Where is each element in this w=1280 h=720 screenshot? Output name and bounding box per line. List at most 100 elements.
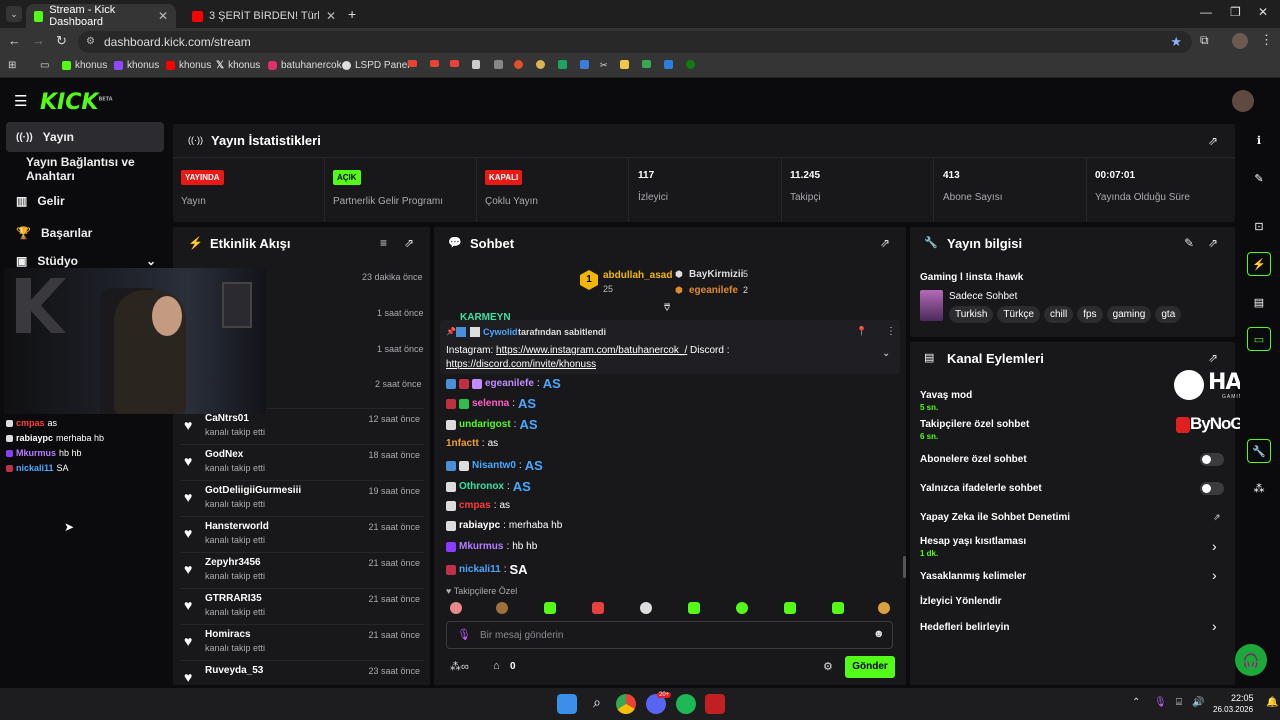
- follower-name[interactable]: Hansterworld: [205, 521, 269, 532]
- minimize-icon[interactable]: —: [1200, 5, 1212, 19]
- ai-moderation-label[interactable]: Yapay Zeka ile Sohbet Denetimi: [920, 512, 1070, 523]
- leader-name[interactable]: BayKirmizii: [689, 269, 743, 280]
- tray-mic-icon[interactable]: 🎙: [1154, 697, 1167, 708]
- chat-user[interactable]: 1nfactt: [446, 438, 479, 449]
- close-tab-icon[interactable]: ✕: [326, 9, 336, 23]
- emote-chat-toggle[interactable]: [1200, 482, 1224, 495]
- support-button[interactable]: 🎧: [1235, 644, 1267, 676]
- chat-user[interactable]: selenna: [472, 398, 509, 409]
- notification-icon[interactable]: 🔔: [1266, 697, 1278, 708]
- bookmark-star-icon[interactable]: ★: [1170, 31, 1182, 53]
- bookmark-sheets[interactable]: [558, 60, 567, 69]
- channel-points-icon[interactable]: ⁂∞: [450, 660, 469, 673]
- follower-name[interactable]: GodNex: [205, 449, 243, 460]
- emote-icon[interactable]: [544, 602, 556, 614]
- chat-user[interactable]: rabiaypc: [459, 520, 500, 531]
- bookmark-khonus-x[interactable]: 𝕏khonus: [216, 60, 260, 71]
- folder-icon[interactable]: ▭: [40, 60, 49, 71]
- chevron-right-icon[interactable]: ›: [1212, 538, 1217, 554]
- follower-name[interactable]: Homiracs: [205, 629, 251, 640]
- points-icon[interactable]: ⁂: [1247, 476, 1271, 500]
- instagram-link[interactable]: https://www.instagram.com/batuhanercok_/: [496, 345, 687, 356]
- streaming-app-icon[interactable]: [705, 694, 725, 714]
- forward-icon[interactable]: →: [32, 33, 45, 48]
- chevron-right-icon[interactable]: ›: [1212, 618, 1217, 634]
- emote-icon[interactable]: [450, 602, 462, 614]
- bookmark-app-3[interactable]: [536, 60, 545, 69]
- store-icon[interactable]: ⌂: [493, 660, 500, 672]
- follower-name[interactable]: CaNtrs01: [205, 413, 249, 424]
- bookmark-xbox[interactable]: [686, 60, 695, 69]
- apps-icon[interactable]: ⊞: [8, 60, 16, 71]
- bookmark-khonus-twitch[interactable]: khonus: [114, 60, 159, 71]
- chrome-icon[interactable]: [616, 694, 636, 714]
- tag[interactable]: gaming: [1106, 306, 1152, 323]
- close-tab-icon[interactable]: ✕: [158, 9, 168, 23]
- follower-name[interactable]: Ruveyda_53: [205, 665, 263, 676]
- redirect-label[interactable]: İzleyici Yönlendir: [920, 596, 1002, 607]
- user-avatar[interactable]: [1232, 90, 1254, 112]
- emote-icon[interactable]: [832, 602, 844, 614]
- tag[interactable]: fps: [1077, 306, 1103, 323]
- discord-link[interactable]: https://discord.com/invite/khonuss: [446, 359, 596, 370]
- category-name[interactable]: Sadece Sohbet: [949, 291, 1017, 302]
- document-icon[interactable]: ▤: [1247, 290, 1271, 314]
- emote-icon[interactable]: [878, 602, 890, 614]
- unpin-icon[interactable]: 📍: [856, 326, 867, 337]
- filter-icon[interactable]: ≡: [380, 236, 387, 250]
- maximize-icon[interactable]: ❐: [1230, 5, 1241, 19]
- kick-logo[interactable]: KICKBETA: [40, 90, 113, 115]
- emote-icon[interactable]: [640, 602, 652, 614]
- bookmark-khonus-kick[interactable]: khonus: [62, 60, 107, 71]
- chat-user[interactable]: Othronox: [459, 481, 504, 492]
- subs-chat-toggle[interactable]: [1200, 453, 1224, 466]
- site-info-icon[interactable]: ⚙: [86, 31, 95, 53]
- emote-icon[interactable]: [784, 602, 796, 614]
- follower-name[interactable]: GotDeliigiiGurmesiii: [205, 485, 301, 496]
- sidebar-item-basarilar[interactable]: 🏆 Başarılar: [6, 218, 164, 248]
- bookmark-gmail-2[interactable]: [430, 60, 439, 67]
- capture-icon[interactable]: ⊡: [1247, 214, 1271, 238]
- chat-settings-icon[interactable]: ⚙: [823, 660, 833, 673]
- address-bar[interactable]: ⚙ dashboard.kick.com/stream ★: [78, 31, 1192, 53]
- extensions-icon[interactable]: ⧉: [1200, 33, 1209, 48]
- tray-network-icon[interactable]: ⌸: [1176, 697, 1182, 708]
- tag[interactable]: Turkish: [949, 306, 994, 323]
- age-restriction-label[interactable]: Hesap yaşı kısıtlaması: [920, 536, 1026, 547]
- popout-icon[interactable]: ⇗: [880, 236, 890, 250]
- tray-volume-icon[interactable]: 🔊: [1192, 697, 1204, 708]
- chat-user[interactable]: undarigost: [459, 419, 511, 430]
- leader-name[interactable]: abdullah_asad: [603, 270, 672, 281]
- clock-date[interactable]: 26.03.2026: [1213, 705, 1253, 714]
- send-button[interactable]: Gönder: [845, 656, 895, 678]
- expand-pinned-icon[interactable]: ⌄: [882, 348, 890, 359]
- chevron-right-icon[interactable]: ›: [1212, 567, 1217, 583]
- slow-mode-label[interactable]: Yavaş mod: [920, 390, 972, 401]
- bookmark-gmail-1[interactable]: [408, 60, 417, 67]
- close-window-icon[interactable]: ✕: [1258, 5, 1268, 19]
- popout-icon[interactable]: ⇗: [404, 236, 414, 250]
- lightning-icon[interactable]: ⚡: [1247, 252, 1271, 276]
- emoji-icon[interactable]: ☻: [873, 628, 885, 640]
- bookmark-docs[interactable]: [472, 60, 480, 69]
- tray-chevron-icon[interactable]: ⌃: [1132, 697, 1140, 708]
- sidebar-item-gelir[interactable]: ▥ Gelir: [6, 186, 164, 216]
- sidebar-item-yayin[interactable]: ((·)) Yayın: [6, 122, 164, 152]
- tab-youtube-video[interactable]: 3 ŞERİT BİRDEN! Türkiye'de Yaş ✕: [184, 4, 344, 28]
- info-icon[interactable]: ℹ: [1247, 128, 1271, 152]
- mic-icon[interactable]: 🎙: [457, 628, 471, 641]
- popout-icon[interactable]: ⇗: [1208, 351, 1218, 365]
- bookmark-gmail-3[interactable]: [450, 60, 459, 67]
- spotify-icon[interactable]: [676, 694, 696, 714]
- follower-name[interactable]: Zepyhr3456: [205, 557, 261, 568]
- chat-user[interactable]: Nisantw0: [472, 460, 516, 471]
- bookmark-khonus-youtube[interactable]: khonus: [166, 60, 211, 71]
- tab-kick-dashboard[interactable]: Stream - Kick Dashboard ✕: [26, 4, 176, 28]
- taskbar-search-icon[interactable]: ⌕: [587, 694, 607, 714]
- sidebar-item-stream-key[interactable]: Yayın Bağlantısı ve Anahtarı: [16, 154, 176, 184]
- emote-icon[interactable]: [496, 602, 508, 614]
- tab-search-icon[interactable]: ⌄: [6, 6, 22, 22]
- external-link-icon[interactable]: ⇗: [1213, 512, 1221, 523]
- chat-input[interactable]: 🎙 Bir mesaj gönderin ☻: [446, 621, 893, 649]
- edit-icon[interactable]: ✎: [1247, 166, 1271, 190]
